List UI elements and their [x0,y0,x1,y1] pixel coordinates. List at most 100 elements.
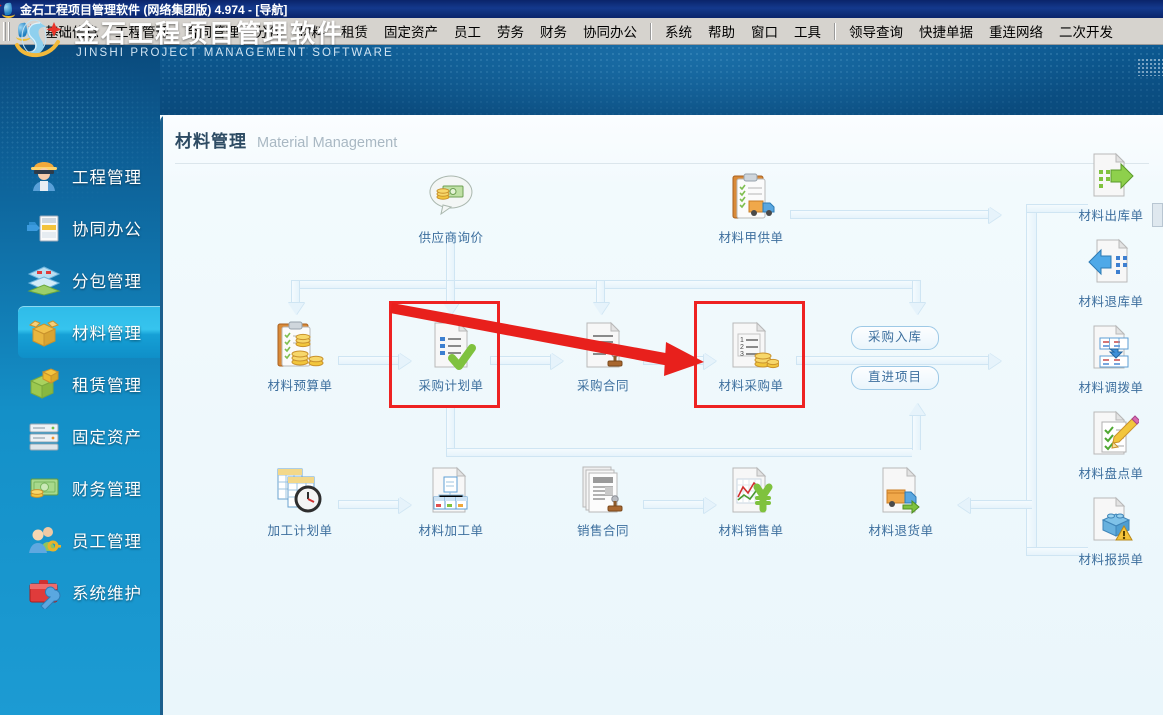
node-material-sale[interactable]: 材料销售单 [703,465,799,539]
clipboard-truck-icon [723,172,779,224]
menu-item-8[interactable]: 劳务 [489,18,532,44]
menu-item-12[interactable]: 帮助 [700,18,743,44]
node-stock-out[interactable]: 材料出库单 [1063,150,1159,224]
brand-title-cn: 金石工程项目管理软件 [74,20,345,48]
toolbox-wrench-icon [27,575,61,611]
sidebar-item-office[interactable]: 协同办公 [0,202,160,254]
sidebar-item-system-maintenance[interactable]: 系统维护 [0,566,160,618]
server-rack-icon [27,419,61,453]
connector-line [970,500,1032,509]
doc-chart-yen-icon [723,465,779,517]
connector-line [796,356,990,365]
menu-item-13[interactable]: 窗口 [743,18,786,44]
node-process-plan[interactable]: 加工计划单 [252,465,348,539]
node-label: 材料销售单 [718,524,784,538]
menu-item-18[interactable]: 二次开发 [1051,18,1121,44]
doc-box-warning-icon [1083,494,1139,546]
node-sales-contract[interactable]: 销售合同 [555,465,651,539]
menu-item-6[interactable]: 固定资产 [376,18,446,44]
node-label: 材料报损单 [1078,553,1144,567]
arrow-up-icon [909,403,925,415]
menubar-grip[interactable] [3,21,11,41]
node-material-process[interactable]: 材料加工单 [403,465,499,539]
node-purchase-contract[interactable]: 采购合同 [555,320,651,394]
connector-line [790,210,990,219]
node-label: 加工计划单 [267,524,333,538]
node-label: 材料甲供单 [718,231,784,245]
sidebar-item-employee[interactable]: 员工管理 [0,514,160,566]
sidebar-item-finance[interactable]: 财务管理 [0,462,160,514]
doc-truck-return-icon [873,465,929,517]
menu-item-9[interactable]: 财务 [532,18,575,44]
connector-bus-lower [446,448,912,457]
menu-item-16[interactable]: 快捷单据 [911,18,981,44]
node-label: 材料调拨单 [1078,381,1144,395]
node-material-budget[interactable]: 材料预算单 [252,320,348,394]
people-key-icon [27,523,61,557]
arrow-down-icon [288,303,304,315]
connector-bus [291,280,921,289]
green-cubes-icon [27,367,61,401]
content-panel: 材料管理 Material Management 采购入库 直进项目 供应商询价… [160,115,1163,715]
flow-canvas: 采购入库 直进项目 供应商询价 材料甲供单 材料预算单 采购计划单 采购合同 1… [160,152,1163,715]
annotation-arrow-icon [390,303,704,376]
sidebar-item-subcontract[interactable]: 分包管理 [0,254,160,306]
docs-stamp-icon [575,465,631,517]
menu-item-11[interactable]: 系统 [657,18,700,44]
layers-icon [27,263,61,297]
node-owner-supply[interactable]: 材料甲供单 [703,172,799,246]
highlight-box-purchase-plan [389,301,500,408]
doc-pencil-check-icon [1083,408,1141,460]
node-stock-transfer[interactable]: 材料调拨单 [1063,322,1159,396]
node-label: 供应商询价 [418,231,484,245]
sidebar-item-label: 系统维护 [72,585,142,603]
node-supplier-quote[interactable]: 供应商询价 [403,172,499,246]
sidebar-item-label: 协同办公 [72,221,142,239]
connector-line [643,500,705,509]
sidebar-item-label: 租赁管理 [72,377,142,395]
doc-arrow-in-icon [1083,236,1139,288]
sidebar-item-label: 固定资产 [72,429,142,447]
doc-process-icon [423,465,479,517]
menu-item-7[interactable]: 员工 [446,18,489,44]
sidebar-item-material[interactable]: 材料管理 [18,306,160,358]
node-label: 材料退货单 [868,524,934,538]
sidebar-item-label: 分包管理 [72,273,142,291]
banner-corner-dots [1137,58,1163,76]
node-stock-return[interactable]: 材料退库单 [1063,236,1159,310]
worker-icon [27,159,61,193]
price-quote-bubble-icon [423,172,479,224]
header-divider [175,163,1149,164]
node-label: 采购合同 [576,379,629,393]
sidebar-item-label: 材料管理 [72,325,142,343]
clipboard-coins-icon [272,320,328,372]
highlight-box-purchase-order [694,301,805,408]
node-material-return[interactable]: 材料退货单 [853,465,949,539]
sidebar-item-lease[interactable]: 租赁管理 [0,358,160,410]
vertical-scrollbar[interactable] [1152,203,1163,227]
open-box-icon [27,315,61,349]
node-stock-damage[interactable]: 材料报损单 [1063,494,1159,568]
menu-item-14[interactable]: 工具 [786,18,829,44]
sidebar-item-engineering[interactable]: 工程管理 [0,150,160,202]
node-stock-count[interactable]: 材料盘点单 [1063,408,1159,482]
money-icon [27,471,61,505]
arrow-right-icon [989,353,1001,369]
arrow-down-icon [593,303,609,315]
pill-direct-project[interactable]: 直进项目 [851,366,940,390]
sidebar-nav-list: 工程管理 协同办公 分包管理 材料管理 租赁管理 固定资产 财务管理 员工管理 … [0,150,160,618]
menu-separator-2 [834,22,836,40]
node-label: 材料加工单 [418,524,484,538]
sidebar-item-label: 工程管理 [72,169,142,187]
arrow-left-icon [958,497,970,513]
pill-purchase-in[interactable]: 采购入库 [851,326,940,350]
node-label: 销售合同 [576,524,629,538]
page-title-cn: 材料管理 [175,132,247,151]
menu-item-17[interactable]: 重连网络 [981,18,1051,44]
menu-item-15[interactable]: 领导查询 [841,18,911,44]
sheets-clock-icon [272,465,328,517]
sidebar-item-label: 员工管理 [72,533,142,551]
brand-logo: 金石工程项目管理软件 JINSHI PROJECT MANAGEMENT SOF… [14,12,392,72]
menu-item-10[interactable]: 协同办公 [575,18,645,44]
sidebar-item-fixed-assets[interactable]: 固定资产 [0,410,160,462]
